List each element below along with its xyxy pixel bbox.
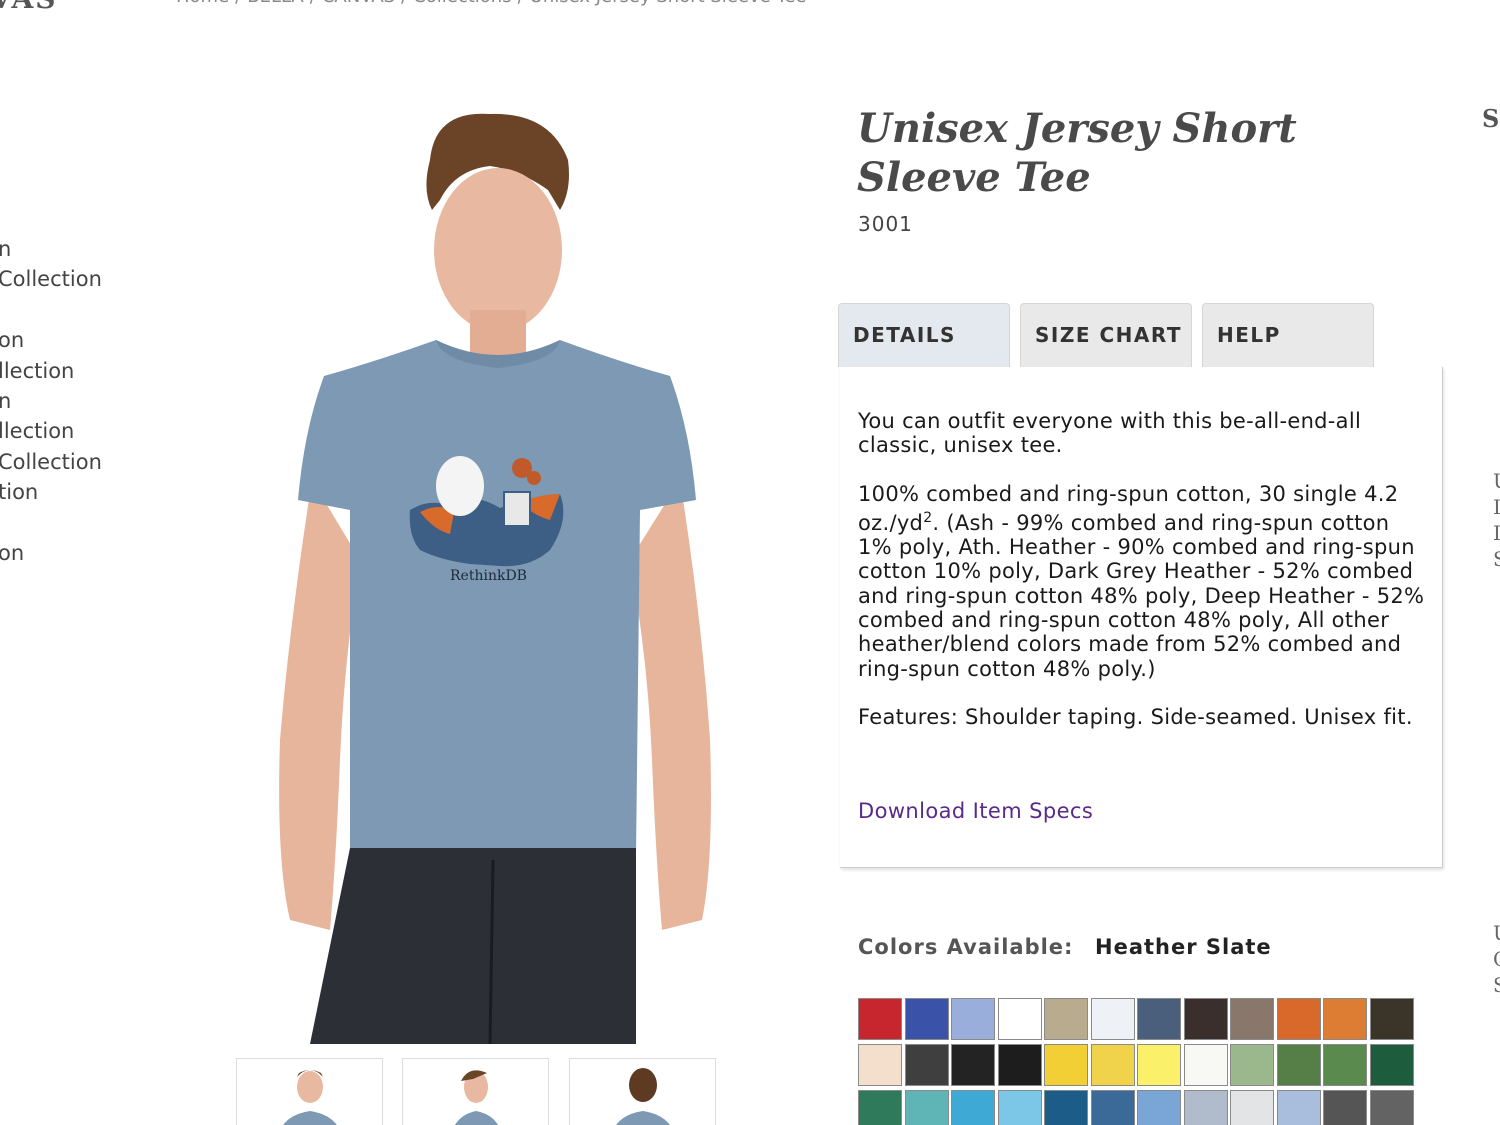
sidebar-category-link[interactable] bbox=[0, 295, 102, 325]
edge-text-fragment: I bbox=[1493, 495, 1500, 519]
sidebar-category-link[interactable]: Collection bbox=[0, 264, 102, 294]
color-swatch[interactable] bbox=[858, 1090, 902, 1125]
edge-heading: SI bbox=[1482, 104, 1500, 133]
color-swatch[interactable] bbox=[858, 998, 902, 1040]
breadcrumb-separator: / bbox=[310, 0, 316, 7]
tab-details[interactable]: DETAILS bbox=[838, 303, 1010, 367]
details-paragraph-fabric: 100% combed and ring-spun cotton, 30 sin… bbox=[858, 482, 1428, 681]
details-paragraph-features: Features: Shoulder taping. Side-seamed. … bbox=[858, 704, 1413, 729]
color-swatch[interactable] bbox=[1369, 1044, 1414, 1086]
sidebar-category-link[interactable]: on bbox=[0, 325, 102, 355]
color-swatch[interactable] bbox=[1276, 1090, 1321, 1125]
details-text: You can outfit everyone with this be-all… bbox=[858, 409, 1428, 753]
color-swatch[interactable] bbox=[858, 1044, 902, 1086]
color-swatch[interactable] bbox=[1369, 998, 1414, 1040]
color-swatch[interactable] bbox=[997, 1090, 1042, 1125]
edge-text-fragment: S bbox=[1493, 973, 1500, 997]
color-swatch[interactable] bbox=[1369, 1090, 1414, 1125]
edge-text-fragment: C bbox=[1493, 946, 1500, 972]
breadcrumb-link[interactable]: Collections bbox=[413, 0, 511, 7]
color-swatch[interactable] bbox=[951, 1090, 995, 1125]
color-swatch[interactable] bbox=[1090, 1090, 1135, 1125]
selected-color: Heather Slate bbox=[1095, 935, 1272, 959]
color-swatch[interactable] bbox=[1323, 1090, 1367, 1125]
print-label: RethinkDB bbox=[450, 568, 527, 584]
color-swatch[interactable] bbox=[1137, 1090, 1181, 1125]
edge-text-fragment: U bbox=[1493, 920, 1500, 946]
color-swatch[interactable] bbox=[951, 1044, 995, 1086]
download-specs-link[interactable]: Download Item Specs bbox=[858, 799, 1093, 823]
sidebar-category-link[interactable] bbox=[0, 568, 102, 598]
color-swatch[interactable] bbox=[1230, 998, 1274, 1040]
breadcrumb-separator: / bbox=[235, 0, 241, 7]
edge-text-fragment: U bbox=[1493, 468, 1500, 494]
color-swatch[interactable] bbox=[1090, 998, 1135, 1040]
color-swatch[interactable] bbox=[1137, 998, 1181, 1040]
thumbnail-side[interactable] bbox=[402, 1058, 549, 1125]
color-swatch[interactable] bbox=[904, 998, 949, 1040]
site-logo[interactable]: VAS bbox=[0, 0, 58, 15]
sidebar-category-link[interactable]: on bbox=[0, 538, 102, 568]
color-swatch[interactable] bbox=[1183, 1044, 1228, 1086]
color-swatch[interactable] bbox=[1276, 1044, 1321, 1086]
thumbnail-back[interactable] bbox=[569, 1058, 716, 1125]
product-photo: RethinkDB bbox=[250, 100, 740, 1045]
sidebar-category-link[interactable]: tion bbox=[0, 477, 102, 507]
color-swatch[interactable] bbox=[1137, 1044, 1181, 1086]
color-swatch[interactable] bbox=[1183, 998, 1228, 1040]
product-title: Unisex Jersey Short Sleeve Tee bbox=[857, 105, 1297, 201]
color-swatch[interactable] bbox=[951, 998, 995, 1040]
color-swatch[interactable] bbox=[1044, 1044, 1088, 1086]
color-swatch[interactable] bbox=[1183, 1090, 1228, 1125]
details-panel: You can outfit everyone with this be-all… bbox=[840, 367, 1443, 868]
sidebar-category-link[interactable]: n bbox=[0, 386, 102, 416]
color-swatch[interactable] bbox=[1276, 998, 1321, 1040]
color-swatch[interactable] bbox=[997, 1044, 1042, 1086]
sidebar-category-link[interactable] bbox=[0, 508, 102, 538]
sidebar-category-link[interactable]: llection bbox=[0, 416, 102, 446]
breadcrumb-separator: / bbox=[401, 0, 407, 7]
sidebar-category-link[interactable]: llection bbox=[0, 356, 102, 386]
color-swatch[interactable] bbox=[1323, 998, 1367, 1040]
fabric-text-b: . (Ash - 99% combed and ring-spun cotton… bbox=[858, 510, 1425, 681]
breadcrumb-link[interactable]: Home bbox=[176, 0, 229, 7]
breadcrumb-link[interactable]: BELLA bbox=[247, 0, 304, 7]
edge-text-fragment: I bbox=[1493, 521, 1500, 545]
sidebar-category-link[interactable]: Collection bbox=[0, 447, 102, 477]
details-paragraph-intro: You can outfit everyone with this be-all… bbox=[858, 409, 1362, 458]
breadcrumb: Home / BELLA / CANVAS / Collections / Unisex Jer… bbox=[176, 0, 813, 7]
colors-label: Colors Available: bbox=[858, 935, 1074, 959]
breadcrumb-separator: / bbox=[518, 0, 524, 7]
sidebar-category-link[interactable]: n bbox=[0, 234, 102, 264]
thumbnail-front[interactable] bbox=[236, 1058, 383, 1125]
edge-text-fragment: S bbox=[1493, 547, 1500, 571]
color-swatch[interactable] bbox=[904, 1044, 949, 1086]
color-swatch[interactable] bbox=[997, 998, 1042, 1040]
color-swatch[interactable] bbox=[1044, 1090, 1088, 1125]
product-sku: 3001 bbox=[858, 212, 913, 236]
tab-help[interactable]: HELP bbox=[1202, 303, 1374, 367]
color-swatch[interactable] bbox=[1044, 998, 1088, 1040]
color-swatch[interactable] bbox=[904, 1090, 949, 1125]
model-wearing-tee-illustration: RethinkDB bbox=[279, 113, 711, 1045]
category-sidebar: n Collection on llection n llection Collection… bbox=[0, 234, 102, 599]
tab-size-chart[interactable]: SIZE CHART bbox=[1020, 303, 1192, 367]
breadcrumb-link[interactable]: Unisex Jersey Short Sleeve Tee bbox=[530, 0, 807, 7]
color-swatch[interactable] bbox=[1230, 1044, 1274, 1086]
breadcrumb-link[interactable]: CANVAS bbox=[322, 0, 395, 7]
color-swatch[interactable] bbox=[1323, 1044, 1367, 1086]
color-swatch[interactable] bbox=[1230, 1090, 1274, 1125]
color-swatch[interactable] bbox=[1090, 1044, 1135, 1086]
